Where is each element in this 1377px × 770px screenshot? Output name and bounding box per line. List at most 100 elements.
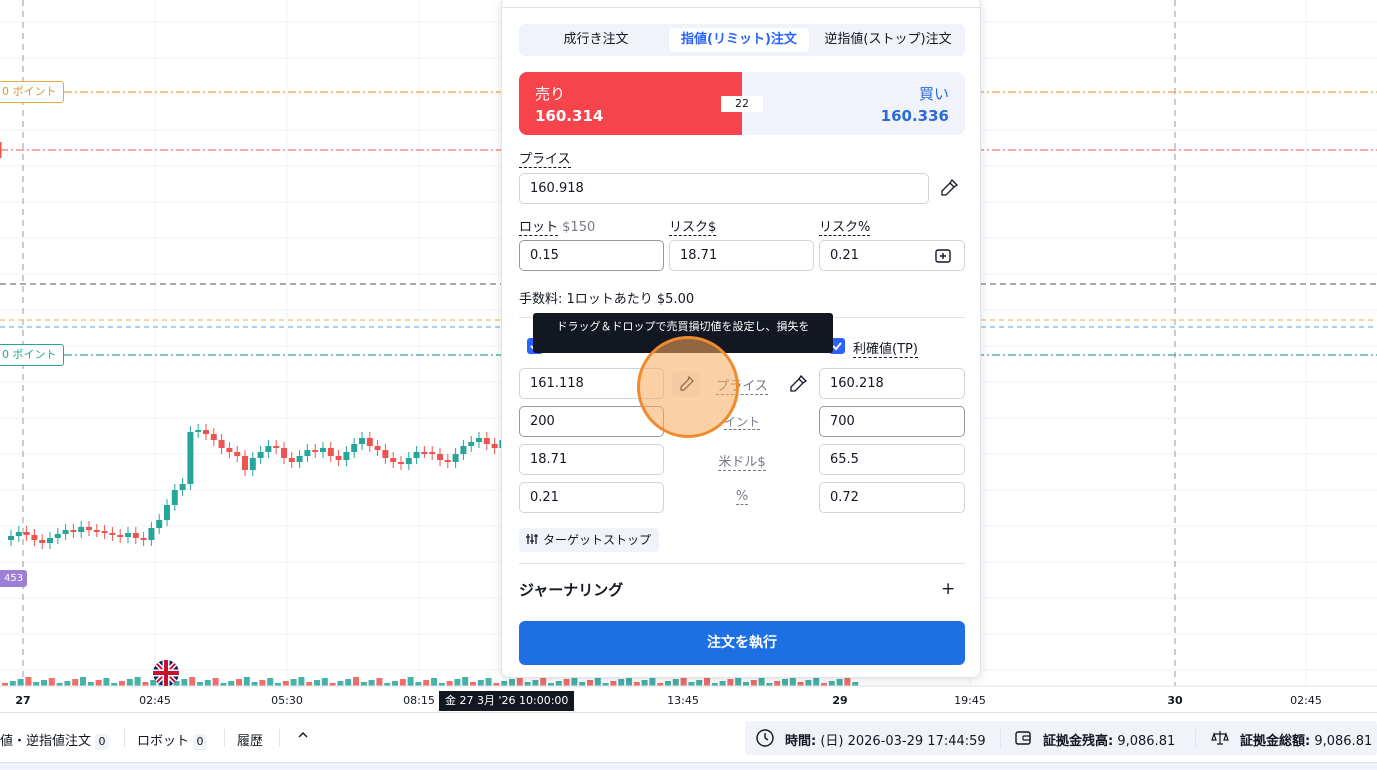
candle-body [491,444,498,448]
volume-bar [360,682,367,686]
volume-bar [680,677,687,686]
equity: 証拠金総額: 9,086.81 [1240,730,1372,749]
candle-body [101,531,108,533]
lot-input[interactable]: 0.15 [519,240,664,271]
candle-body [413,452,420,458]
tab-limit-stop-orders[interactable]: 値・逆指値注文 0 [0,730,110,750]
candle-body [8,536,14,540]
time-axis-label: 02:45 [139,694,171,707]
row-label-pct: % [735,489,749,505]
candle-body [31,535,38,540]
candle-body [148,528,155,540]
risk-usd-input[interactable]: 18.71 [669,240,814,271]
candle-body [109,533,116,535]
uk-flag-icon[interactable] [153,660,179,686]
add-box-icon[interactable] [934,247,952,265]
volume-bar [594,678,601,686]
buy-button[interactable]: 買い 160.336 [742,72,965,135]
volume-bar [844,677,851,686]
candle-body [218,440,225,448]
volume-bar [290,679,297,686]
divider [224,729,225,747]
volume-bar [470,682,476,686]
tab-limit-order[interactable]: 指値(リミット)注文 [669,28,809,52]
candle-body [304,450,311,456]
volume-bar [337,681,344,686]
candle-body [23,532,30,535]
volume-bar [454,679,461,686]
candle-body [437,454,443,460]
volume-bar [805,680,812,686]
volume-bar [415,682,422,686]
take-profit-points-badge[interactable]: 0 ポイント [0,81,64,103]
candle-body [54,534,61,538]
candle-body [296,456,303,462]
volume-bar [298,677,305,686]
tab-history[interactable]: 履歴 [237,730,263,749]
time-axis-label: 08:15 [403,694,435,707]
divider [1000,729,1001,747]
price-input[interactable]: 160.918 [519,173,929,204]
volume-bar [25,677,32,686]
candle-body [242,456,248,470]
execute-order-button[interactable]: 注文を執行 [519,621,965,665]
volume-bar [727,679,734,686]
volume-bar [563,679,570,686]
tab-stop-order[interactable]: 逆指値(ストップ)注文 [815,28,961,52]
take-profit-price-input[interactable]: 160.218 [819,368,965,399]
volume-bar [64,681,71,686]
tab-robots[interactable]: ロボット 0 [137,730,208,750]
candle-body [288,458,295,462]
candle-body [312,450,319,452]
time-axis-label: 30 [1167,694,1183,707]
sliders-icon [526,534,538,544]
sell-button[interactable]: 売り 160.314 [519,72,742,135]
buy-price: 160.336 [880,107,949,125]
target-stop-button[interactable]: ターゲットストップ [519,528,660,552]
journaling-expand-button[interactable]: + [941,579,955,599]
volume-bar [828,681,835,686]
candle-body [359,438,365,444]
volume-bar [735,677,742,686]
time-axis-label: 19:45 [954,694,986,707]
volume-bar [626,677,632,686]
take-profit-pipette-icon[interactable] [787,373,809,395]
take-profit-pct-input[interactable]: 0.72 [819,482,965,513]
volume-bar [555,681,562,686]
volume-bar [540,678,547,686]
stop-loss-pct-input[interactable]: 0.21 [519,482,664,513]
volume-bar [618,679,625,686]
volume-bar [368,680,375,686]
volume-bar [142,682,149,686]
time-axis-label: 27 [15,694,31,707]
candle-body [171,490,178,505]
candle-body [179,484,186,490]
pipette-icon[interactable] [938,177,960,199]
candle-body [132,533,139,538]
bottom-strip [0,762,1377,770]
volume-bar [688,682,695,686]
candle-body [281,448,287,458]
volume-bar [774,681,781,686]
volume-bars [2,677,859,686]
candle-body [452,454,459,462]
stop-loss-usd-input[interactable]: 18.71 [519,444,664,475]
candle-body [62,530,69,534]
divider [124,729,125,747]
candle-body [234,452,241,456]
take-profit-points-input[interactable]: 700 [819,406,965,437]
entry-points-badge[interactable]: 0 ポイント [0,344,64,366]
volume-bar [321,678,328,686]
tab-market-order[interactable]: 成行き注文 [523,28,669,52]
volume-bar [33,682,40,686]
lot-label: ロット $150 [519,220,596,236]
candle-body [226,448,233,452]
commission-text: 手数料: 1ロットあたり $5.00 [519,292,695,307]
time-axis-label: 02:45 [1290,694,1322,707]
chevron-up-icon[interactable] [296,728,310,746]
volume-bar [633,682,640,686]
candle-body [257,452,264,458]
time-value: (日) 2026-03-29 17:44:59 [820,734,986,749]
order-type-tabs: 成行き注文 指値(リミット)注文 逆指値(ストップ)注文 [519,24,965,56]
take-profit-usd-input[interactable]: 65.5 [819,444,965,475]
